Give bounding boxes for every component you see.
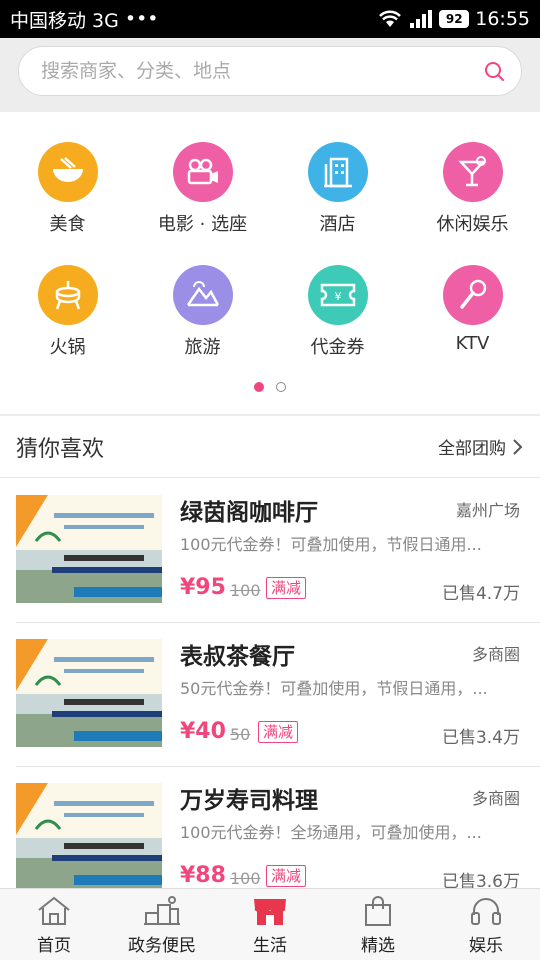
category-hotpot[interactable]: 火锅 — [0, 265, 135, 375]
all-deals-link[interactable]: 全部团购 — [438, 434, 524, 459]
tab-home[interactable]: 首页 — [0, 889, 108, 960]
svg-text:¥: ¥ — [334, 290, 341, 303]
bowl-icon — [37, 142, 98, 202]
tab-government[interactable]: 政务便民 — [108, 889, 216, 960]
search-box[interactable] — [18, 46, 522, 96]
deal-original-price: 100 — [230, 869, 261, 888]
home-icon — [38, 896, 70, 925]
store-icon — [254, 899, 286, 925]
search-input[interactable] — [39, 59, 483, 83]
bottom-tab-bar: 首页 政务便民 生活 精选 娱乐 — [0, 888, 540, 960]
deal-area: 多商圈 — [471, 645, 520, 664]
deal-area: 嘉州广场 — [455, 501, 520, 520]
hotpot-icon — [37, 265, 98, 325]
carrier-label: 中国移动 3G — [10, 9, 119, 32]
deal-item[interactable]: 表叔茶餐厅 多商圈 50元代金券！可叠加使用，节假日通用，... ¥40 50 … — [16, 623, 540, 767]
tab-label: 精选 — [361, 936, 395, 956]
movie-camera-icon — [172, 142, 233, 202]
voucher-icon: ¥ — [307, 265, 368, 325]
category-label: 酒店 — [319, 214, 356, 235]
deal-price: ¥40 — [180, 719, 226, 744]
tab-entertainment[interactable]: 娱乐 — [432, 889, 540, 960]
category-ktv[interactable]: KTV — [405, 265, 540, 375]
section-title: 猜你喜欢 — [16, 436, 105, 462]
mountain-icon — [172, 265, 233, 325]
deal-original-price: 50 — [230, 725, 251, 744]
category-grid: 美食 电影 · 选座 酒店 休闲娱乐 火锅 旅游 ¥ 代金券 KTV — [0, 112, 540, 414]
signal-strength-icon — [410, 10, 433, 28]
deal-description: 50元代金券！可叠加使用，节假日通用，... — [180, 679, 488, 698]
category-food[interactable]: 美食 — [0, 142, 135, 252]
category-label: 休闲娱乐 — [436, 214, 509, 235]
category-label: 电影 · 选座 — [157, 214, 248, 235]
deal-name: 绿茵阁咖啡厅 — [180, 500, 318, 526]
deal-price: ¥95 — [180, 575, 226, 600]
category-hotel[interactable]: 酒店 — [270, 142, 405, 252]
deal-image — [16, 639, 162, 747]
tab-label: 政务便民 — [128, 936, 196, 956]
cocktail-icon — [442, 142, 503, 202]
category-label: 火锅 — [49, 337, 86, 358]
recommendation-header: 猜你喜欢 全部团购 — [0, 416, 540, 478]
page-indicator — [0, 380, 540, 394]
deal-description: 100元代金券！全场通用，可叠加使用，... — [180, 823, 482, 842]
government-icon — [144, 896, 180, 925]
deal-area: 多商圈 — [471, 789, 520, 808]
deal-sold-count: 已售4.7万 — [441, 584, 520, 604]
search-icon[interactable] — [483, 60, 505, 82]
page-dot-active[interactable] — [254, 382, 264, 392]
discount-badge: 满减 — [266, 577, 307, 599]
clock: 16:55 — [475, 8, 530, 30]
category-label: 代金券 — [310, 337, 365, 358]
tab-label: 生活 — [253, 936, 287, 956]
search-bar-area — [0, 38, 540, 112]
category-movie[interactable]: 电影 · 选座 — [135, 142, 270, 252]
status-bar: 中国移动 3G ••• 92 16:55 — [0, 0, 540, 38]
deal-image — [16, 783, 162, 891]
chevron-right-icon — [513, 438, 523, 455]
all-deals-label: 全部团购 — [438, 439, 506, 459]
deal-description: 100元代金券！可叠加使用，节假日通用... — [180, 535, 482, 554]
wifi-icon — [379, 10, 402, 27]
tab-label: 娱乐 — [469, 936, 503, 956]
deal-name: 万岁寿司料理 — [180, 788, 318, 814]
deal-sold-count: 已售3.4万 — [441, 728, 520, 748]
battery-icon: 92 — [439, 10, 470, 28]
deal-item[interactable]: 绿茵阁咖啡厅 嘉州广场 100元代金券！可叠加使用，节假日通用... ¥95 1… — [16, 479, 540, 623]
category-label: 美食 — [49, 214, 86, 235]
tab-featured[interactable]: 精选 — [324, 889, 432, 960]
deal-name: 表叔茶餐厅 — [180, 644, 295, 670]
deal-original-price: 100 — [230, 581, 261, 600]
hotel-icon — [307, 142, 368, 202]
discount-badge: 满减 — [258, 721, 299, 743]
category-label: 旅游 — [184, 337, 221, 358]
page-dot[interactable] — [276, 382, 286, 392]
headphones-icon — [471, 898, 501, 925]
category-label: KTV — [455, 333, 490, 354]
shopping-bag-icon — [365, 896, 391, 926]
deal-image — [16, 495, 162, 603]
category-voucher[interactable]: ¥ 代金券 — [270, 265, 405, 375]
category-leisure[interactable]: 休闲娱乐 — [405, 142, 540, 252]
microphone-icon — [442, 265, 503, 325]
discount-badge: 满减 — [266, 865, 307, 887]
tab-label: 首页 — [37, 936, 71, 956]
category-travel[interactable]: 旅游 — [135, 265, 270, 375]
tab-life[interactable]: 生活 — [216, 889, 324, 960]
deal-price: ¥88 — [180, 863, 226, 888]
signal-dots: ••• — [124, 8, 159, 30]
